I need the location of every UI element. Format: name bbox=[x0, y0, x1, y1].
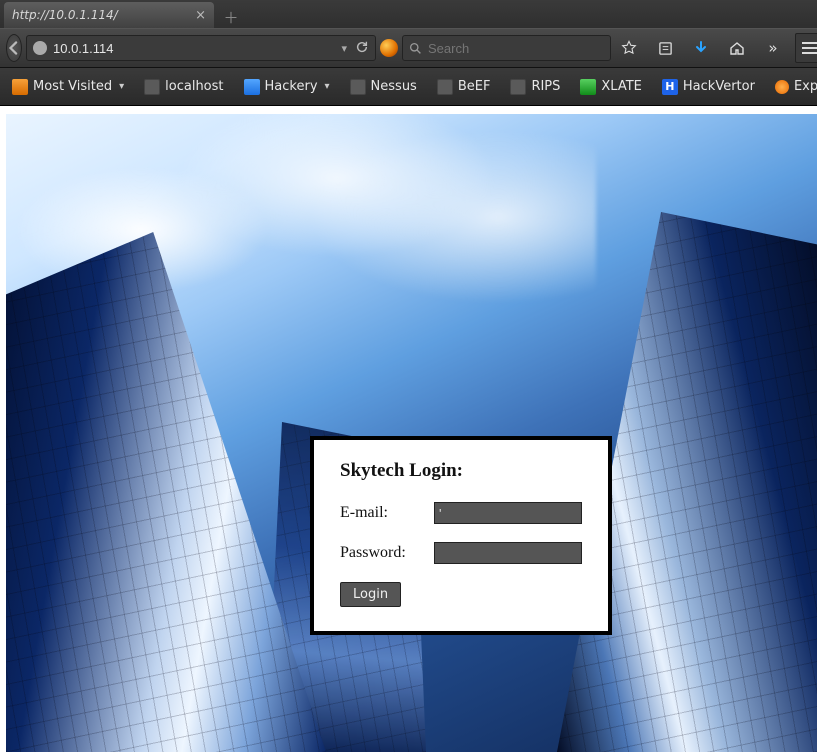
url-bar[interactable]: ▾ bbox=[26, 35, 376, 61]
bookmark-nessus[interactable]: Nessus bbox=[342, 76, 425, 98]
new-tab-button[interactable]: ＋ bbox=[220, 6, 242, 28]
page-viewport: Skytech Login: E-mail: Password: Login bbox=[0, 106, 817, 752]
bookmark-label: XLATE bbox=[601, 79, 642, 94]
folder-icon bbox=[244, 79, 260, 95]
bookmark-label: BeEF bbox=[458, 79, 491, 94]
bookmark-hackvertor[interactable]: H HackVertor bbox=[654, 76, 763, 98]
nav-toolbar: ▾ » bbox=[0, 28, 817, 68]
bookmark-label: Most Visited bbox=[33, 79, 112, 94]
page-icon bbox=[437, 79, 453, 95]
url-input[interactable] bbox=[53, 41, 335, 56]
building-graphic bbox=[6, 232, 326, 752]
chevron-down-icon: ▾ bbox=[119, 81, 124, 92]
page-icon bbox=[580, 79, 596, 95]
email-field[interactable] bbox=[434, 502, 582, 524]
password-label: Password: bbox=[340, 544, 426, 562]
page-icon: H bbox=[662, 79, 678, 95]
password-field[interactable] bbox=[434, 542, 582, 564]
bookmark-label: HackVertor bbox=[683, 79, 755, 94]
search-input[interactable] bbox=[428, 41, 604, 56]
bookmark-hackery[interactable]: Hackery ▾ bbox=[236, 76, 338, 98]
reading-list-icon[interactable] bbox=[651, 34, 679, 62]
bookmark-label: Exploit-DB bbox=[794, 79, 817, 94]
bookmark-localhost[interactable]: localhost bbox=[136, 76, 231, 98]
bookmark-exploit-db[interactable]: Exploit-DB bbox=[767, 76, 817, 97]
login-heading: Skytech Login: bbox=[340, 460, 582, 482]
page-icon bbox=[510, 79, 526, 95]
tab-strip: http://10.0.1.114/ × ＋ bbox=[0, 0, 817, 28]
search-bar[interactable] bbox=[402, 35, 611, 61]
bookmark-beef[interactable]: BeEF bbox=[429, 76, 499, 98]
tab-title: http://10.0.1.114/ bbox=[12, 8, 118, 22]
bookmark-most-visited[interactable]: Most Visited ▾ bbox=[4, 76, 132, 98]
login-form: Skytech Login: E-mail: Password: Login bbox=[310, 436, 612, 635]
bookmarks-toolbar: Most Visited ▾ localhost Hackery ▾ Nessu… bbox=[0, 68, 817, 106]
bookmark-label: localhost bbox=[165, 79, 223, 94]
bookmark-xlate[interactable]: XLATE bbox=[572, 76, 650, 98]
downloads-icon[interactable] bbox=[687, 34, 715, 62]
back-button[interactable] bbox=[6, 34, 22, 62]
home-icon[interactable] bbox=[723, 34, 751, 62]
page-icon bbox=[775, 80, 789, 94]
firefox-icon[interactable] bbox=[380, 34, 398, 62]
dropdown-history-icon[interactable]: ▾ bbox=[341, 42, 347, 55]
bookmark-star-icon[interactable] bbox=[615, 34, 643, 62]
menu-button[interactable] bbox=[795, 33, 817, 63]
site-identity-icon[interactable] bbox=[33, 41, 47, 55]
chevron-down-icon: ▾ bbox=[325, 81, 330, 92]
bookmark-label: Hackery bbox=[265, 79, 318, 94]
email-label: E-mail: bbox=[340, 504, 426, 522]
bookmark-label: Nessus bbox=[371, 79, 417, 94]
search-icon bbox=[409, 42, 422, 55]
page-icon bbox=[350, 79, 366, 95]
hamburger-icon bbox=[802, 47, 817, 49]
close-tab-icon[interactable]: × bbox=[195, 8, 206, 23]
browser-tab[interactable]: http://10.0.1.114/ × bbox=[4, 2, 214, 28]
page-background bbox=[6, 114, 817, 752]
bookmark-label: RIPS bbox=[531, 79, 560, 94]
bookmark-rips[interactable]: RIPS bbox=[502, 76, 568, 98]
toolbar-overflow-icon[interactable]: » bbox=[759, 34, 787, 62]
folder-icon bbox=[12, 79, 28, 95]
login-button[interactable]: Login bbox=[340, 582, 401, 607]
reload-icon[interactable] bbox=[355, 39, 369, 58]
page-icon bbox=[144, 79, 160, 95]
